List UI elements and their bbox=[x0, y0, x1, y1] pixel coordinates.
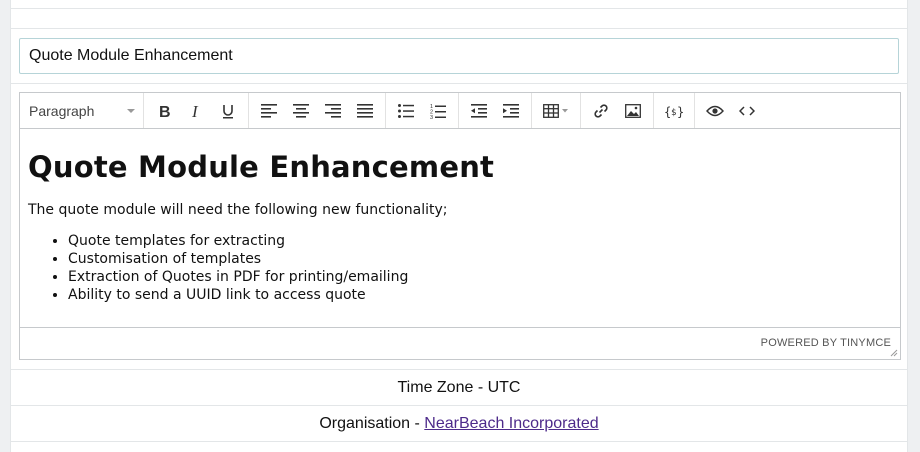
table-button[interactable] bbox=[536, 96, 576, 126]
powered-by-label[interactable]: POWERED BY TINYMCE bbox=[761, 337, 891, 349]
svg-text:3: 3 bbox=[430, 115, 433, 119]
rich-text-editor: Paragraph B I 1 2 3 {$} Quote Module E… bbox=[19, 92, 901, 360]
align-center-button[interactable] bbox=[285, 96, 317, 126]
svg-text:I: I bbox=[191, 103, 199, 119]
align-justify-button[interactable] bbox=[349, 96, 381, 126]
resize-handle-icon[interactable] bbox=[890, 349, 898, 357]
content-bullet-list: Quote templates for extracting Customisa… bbox=[28, 232, 892, 304]
editor-content[interactable]: Quote Module Enhancement The quote modul… bbox=[20, 129, 900, 328]
content-heading: Quote Module Enhancement bbox=[28, 150, 495, 184]
italic-button[interactable]: I bbox=[180, 96, 212, 126]
divider bbox=[11, 28, 907, 29]
bold-button[interactable]: B bbox=[148, 96, 180, 126]
divider bbox=[11, 441, 907, 442]
italic-icon: I bbox=[191, 103, 199, 119]
format-select[interactable]: Paragraph bbox=[24, 103, 139, 119]
timezone-text: Time Zone - UTC bbox=[397, 378, 521, 396]
list-item: Customisation of templates bbox=[68, 250, 892, 268]
organisation-row: Organisation - NearBeach Incorporated bbox=[11, 406, 907, 441]
table-icon bbox=[543, 103, 568, 118]
bullet-list-button[interactable] bbox=[390, 96, 422, 126]
underline-button[interactable] bbox=[212, 96, 244, 126]
bullet-list-icon bbox=[398, 103, 414, 118]
underline-icon bbox=[223, 104, 233, 118]
align-left-button[interactable] bbox=[253, 96, 285, 126]
svg-text:}: } bbox=[677, 105, 684, 119]
svg-text:$: $ bbox=[671, 108, 676, 118]
image-icon bbox=[625, 103, 641, 118]
source-code-icon bbox=[739, 105, 755, 116]
form-card: Paragraph B I bbox=[10, 0, 908, 452]
editor-toolbar: Paragraph B I 1 2 3 {$} bbox=[20, 93, 900, 129]
divider bbox=[11, 83, 907, 84]
align-left-icon bbox=[261, 103, 277, 118]
organisation-label: Organisation - bbox=[319, 414, 425, 432]
indent-icon bbox=[503, 103, 519, 118]
preview-icon bbox=[706, 105, 724, 116]
bold-icon: B bbox=[159, 104, 171, 119]
align-center-icon bbox=[293, 103, 309, 118]
list-item: Extraction of Quotes in PDF for printing… bbox=[68, 268, 892, 286]
editor-statusbar: POWERED BY TINYMCE bbox=[20, 327, 900, 359]
align-right-icon bbox=[325, 103, 341, 118]
chevron-down-icon bbox=[127, 108, 135, 113]
divider bbox=[11, 8, 907, 9]
svg-text:B: B bbox=[159, 104, 171, 119]
preview-button[interactable] bbox=[699, 96, 731, 126]
template-variable-button[interactable]: {$} bbox=[658, 96, 690, 126]
align-right-button[interactable] bbox=[317, 96, 349, 126]
title-input[interactable] bbox=[19, 38, 899, 74]
template-variable-icon: {$} bbox=[664, 105, 684, 119]
link-button[interactable] bbox=[585, 96, 617, 126]
align-justify-icon bbox=[357, 103, 373, 118]
outdent-button[interactable] bbox=[463, 96, 495, 126]
source-code-button[interactable] bbox=[731, 96, 763, 126]
numbered-list-button[interactable]: 123 bbox=[422, 96, 454, 126]
content-paragraph: The quote module will need the following… bbox=[28, 202, 448, 218]
link-icon bbox=[594, 103, 608, 118]
image-button[interactable] bbox=[617, 96, 649, 126]
numbered-list-icon: 123 bbox=[430, 104, 446, 119]
timezone-row: Time Zone - UTC bbox=[11, 370, 907, 405]
outdent-icon bbox=[471, 103, 487, 118]
organisation-link[interactable]: NearBeach Incorporated bbox=[424, 415, 598, 433]
list-item: Ability to send a UUID link to access qu… bbox=[68, 286, 892, 304]
list-item: Quote templates for extracting bbox=[68, 232, 892, 250]
indent-button[interactable] bbox=[495, 96, 527, 126]
format-select-label: Paragraph bbox=[29, 102, 95, 119]
